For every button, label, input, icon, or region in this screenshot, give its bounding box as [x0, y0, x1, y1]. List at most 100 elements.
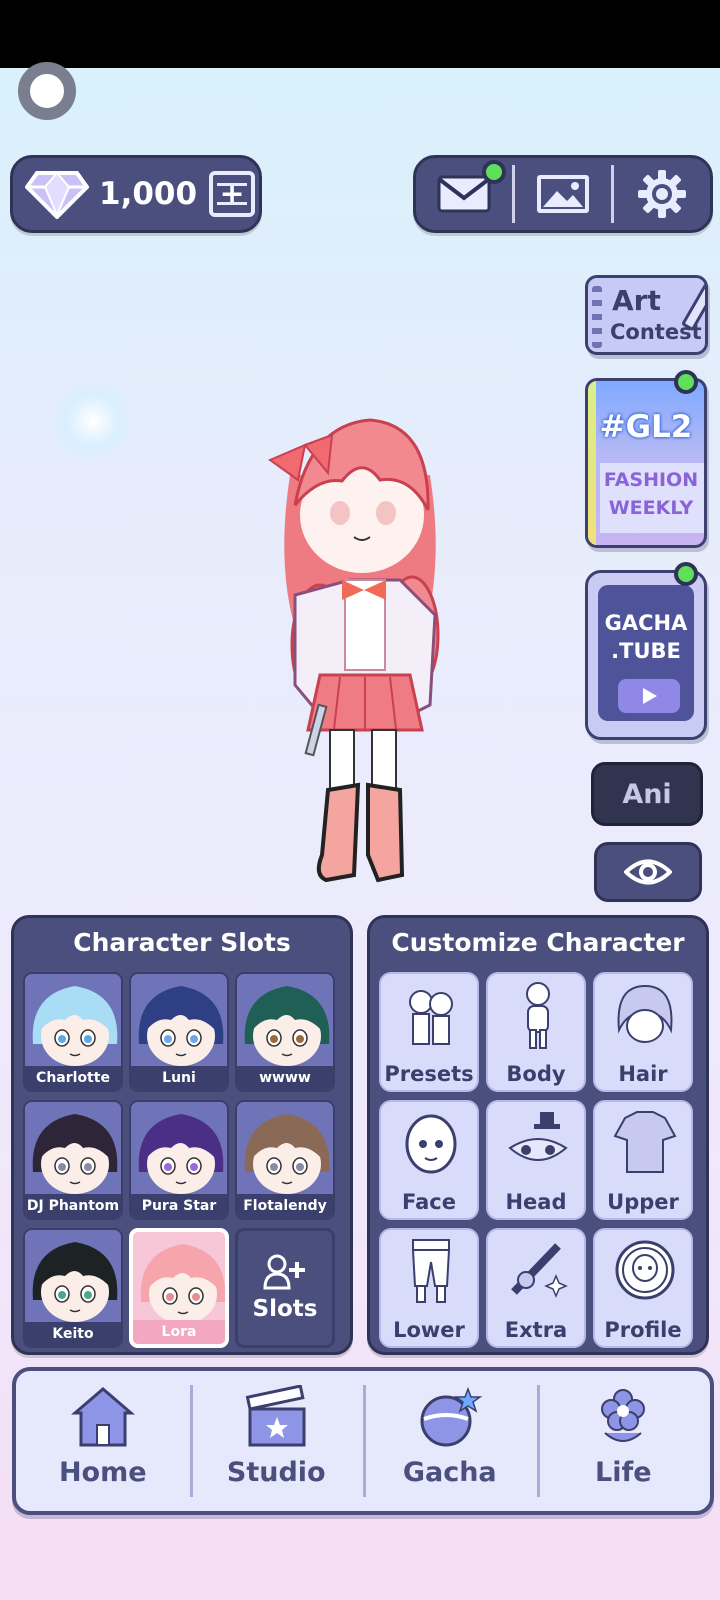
- character-avatar: [140, 1244, 225, 1324]
- customize-upper-button[interactable]: Upper: [593, 1100, 693, 1220]
- presets-icon: [409, 990, 453, 1045]
- character-slot[interactable]: Flotalendy: [235, 1100, 335, 1220]
- character-avatar: [32, 986, 118, 1066]
- face-icon: [405, 1114, 457, 1174]
- pencil-icon: [680, 278, 705, 332]
- customize-presets-button[interactable]: Presets: [379, 972, 479, 1092]
- character-slot-name: Lora: [133, 1320, 225, 1344]
- customize-label: Extra: [504, 1318, 568, 1342]
- nav-label: Home: [58, 1457, 147, 1488]
- character-slot-name: Charlotte: [25, 1066, 121, 1090]
- gacha-orb-icon: [420, 1386, 482, 1447]
- upper-icon: [613, 1111, 677, 1173]
- character-preview[interactable]: [250, 385, 470, 905]
- nav-label: Studio: [226, 1457, 326, 1488]
- fashion-weekly-notification-dot: [674, 370, 698, 394]
- character-slot[interactable]: Luni: [129, 972, 229, 1092]
- customize-hair-button[interactable]: Hair: [593, 972, 693, 1092]
- notebook-rings: [592, 286, 602, 348]
- top-right-toolbar: [413, 155, 713, 233]
- eye-icon: [624, 859, 672, 885]
- character-slots-grid: Charlotte Luni wwww DJ Phantom Pura Star…: [23, 972, 335, 1348]
- customize-body-button[interactable]: Body: [486, 972, 586, 1092]
- gachatube-line1: GACHA: [604, 611, 688, 635]
- customize-lower-button[interactable]: Lower: [379, 1228, 479, 1348]
- nav-life[interactable]: Life: [536, 1371, 711, 1511]
- character-avatar: [138, 1114, 224, 1194]
- art-contest-title: Art: [612, 284, 661, 317]
- status-bar: [0, 0, 720, 68]
- character-avatar: [32, 1242, 118, 1322]
- add-slots-button[interactable]: Slots: [235, 1228, 335, 1348]
- profile-icon: [615, 1240, 675, 1300]
- hide-ui-button[interactable]: [594, 842, 702, 902]
- play-icon: [618, 679, 680, 713]
- gachatube-button[interactable]: GACHA .TUBE: [585, 570, 707, 740]
- customize-label: Profile: [604, 1318, 682, 1342]
- lower-icon: [411, 1239, 451, 1303]
- character-slot[interactable]: Keito: [23, 1228, 123, 1348]
- gachatube-line2: .TUBE: [611, 639, 681, 663]
- character-slot[interactable]: Pura Star: [129, 1100, 229, 1220]
- character-avatar: [32, 1114, 118, 1194]
- customize-label: Body: [506, 1062, 566, 1086]
- fashion-weekly-button[interactable]: #GL2 FASHION WEEKLY: [585, 378, 707, 548]
- gem-count: 1,000: [99, 176, 198, 212]
- settings-button[interactable]: [614, 158, 710, 230]
- character-slot[interactable]: Charlotte: [23, 972, 123, 1092]
- character-avatar: [138, 986, 224, 1066]
- customize-label: Presets: [384, 1062, 474, 1086]
- customize-label: Face: [402, 1190, 456, 1214]
- currency-bar: 1,000 +: [10, 155, 262, 233]
- head-icon: [508, 1112, 568, 1161]
- character-avatar: [244, 1114, 330, 1194]
- body-icon: [526, 982, 550, 1049]
- nav-label: Life: [594, 1457, 652, 1488]
- floating-assist-dot[interactable]: [18, 62, 76, 120]
- mail-button[interactable]: [416, 158, 512, 230]
- customize-label: Upper: [607, 1190, 679, 1214]
- character-slot-name: Flotalendy: [237, 1194, 333, 1218]
- customize-face-button[interactable]: Face: [379, 1100, 479, 1220]
- hair-icon: [617, 984, 673, 1043]
- sparkle-glow: [52, 380, 134, 462]
- customize-character-title: Customize Character: [391, 928, 685, 957]
- nav-gacha[interactable]: Gacha: [363, 1371, 537, 1511]
- customize-extra-button[interactable]: Extra: [486, 1228, 586, 1348]
- gachatube-notification-dot: [674, 562, 698, 586]
- character-slot-name: Pura Star: [131, 1194, 227, 1218]
- nav-studio[interactable]: Studio: [189, 1371, 364, 1511]
- diamond-icon: [25, 171, 89, 219]
- customize-label: Lower: [393, 1318, 465, 1342]
- character-slot[interactable]: wwww: [235, 972, 335, 1092]
- gear-icon: [638, 170, 686, 218]
- ani-toggle-button[interactable]: Ani: [591, 762, 703, 826]
- gl2-tag: #GL2: [599, 409, 693, 445]
- mail-notification-dot: [482, 160, 506, 184]
- character-slot[interactable]: DJ Phantom: [23, 1100, 123, 1220]
- fashion-label: FASHION: [603, 469, 699, 491]
- weekly-label: WEEKLY: [608, 497, 694, 519]
- nav-home[interactable]: Home: [16, 1371, 190, 1511]
- home-icon: [70, 1387, 135, 1447]
- magazine-spine: [588, 381, 596, 545]
- art-contest-button[interactable]: Art Contest: [585, 275, 708, 355]
- customize-profile-button[interactable]: Profile: [593, 1228, 693, 1348]
- bottom-navigation: Home Studio Gacha Life: [12, 1367, 714, 1515]
- character-slot-name: DJ Phantom: [25, 1194, 121, 1218]
- customize-character-panel: Customize Character Presets Body Hair Fa…: [367, 915, 709, 1355]
- add-user-icon: [263, 1254, 305, 1290]
- character-slot[interactable]: Lora: [129, 1228, 229, 1348]
- character-slot-name: wwww: [237, 1066, 333, 1090]
- character-slot-name: Luni: [131, 1066, 227, 1090]
- nav-label: Gacha: [402, 1457, 497, 1488]
- add-gems-button[interactable]: +: [209, 171, 256, 217]
- flower-icon: [601, 1389, 646, 1442]
- character-avatar: [244, 986, 330, 1066]
- add-slots-label: Slots: [252, 1296, 318, 1322]
- image-icon: [537, 175, 589, 213]
- extra-icon: [511, 1243, 568, 1298]
- customize-head-button[interactable]: Head: [486, 1100, 586, 1220]
- character-slots-panel: Character Slots Charlotte Luni wwww DJ P…: [11, 915, 353, 1355]
- gallery-button[interactable]: [515, 158, 611, 230]
